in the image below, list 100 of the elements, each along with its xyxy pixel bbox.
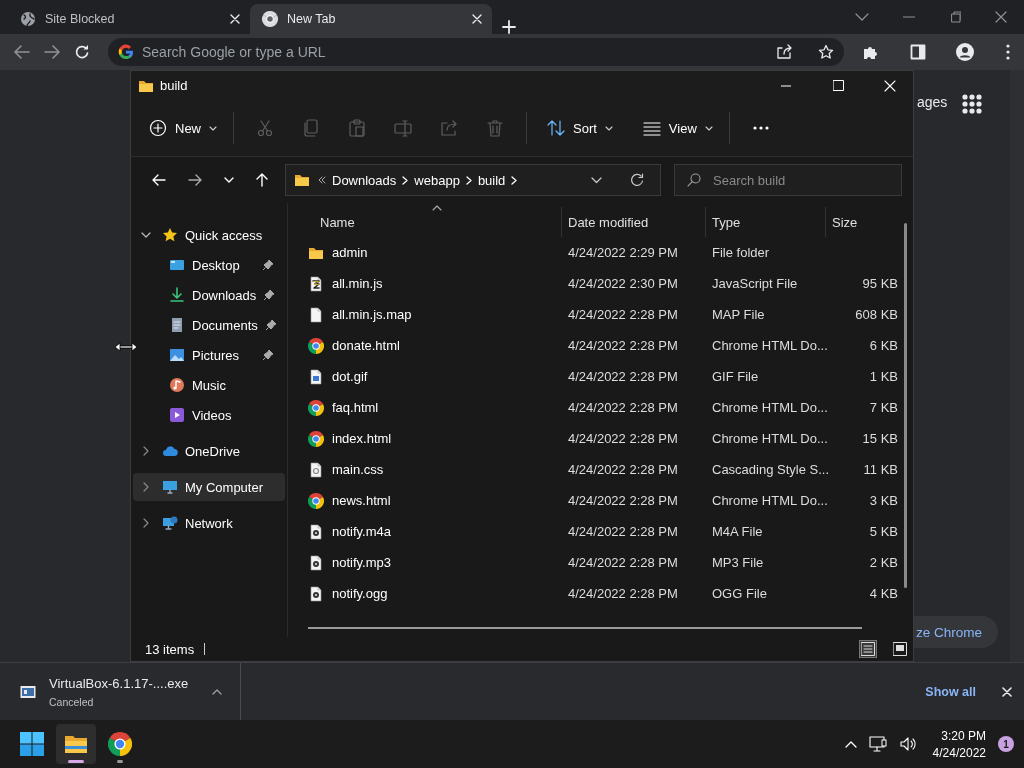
file-name-cell[interactable]: donate.html bbox=[288, 337, 562, 354]
address-bar[interactable]: Search Google or type a URL bbox=[108, 38, 844, 66]
breadcrumb-link[interactable]: build bbox=[477, 172, 506, 188]
side-panel-icon[interactable] bbox=[910, 44, 926, 60]
bookmark-star-icon[interactable] bbox=[818, 44, 834, 60]
table-cell-text: 15 KB bbox=[861, 431, 899, 446]
chevron-down-icon[interactable] bbox=[141, 232, 151, 238]
table-cell-text: Chrome HTML Do... bbox=[711, 493, 826, 508]
table-cell-text: 5 KB bbox=[868, 524, 899, 539]
table-cell-text: 4/24/2022 2:28 PM bbox=[567, 338, 679, 353]
nav-item[interactable]: Desktop bbox=[133, 251, 285, 279]
caret-up-icon[interactable] bbox=[212, 688, 222, 695]
search-field[interactable]: Search build bbox=[674, 164, 902, 196]
maximize-icon[interactable] bbox=[832, 80, 844, 91]
sort-button[interactable]: Sort bbox=[539, 111, 621, 145]
thumbnail-view-icon bbox=[893, 642, 907, 656]
details-view-button[interactable] bbox=[859, 640, 877, 658]
scrollbar[interactable] bbox=[904, 223, 907, 588]
chevron-down-icon[interactable] bbox=[591, 176, 602, 184]
chrome-logo-icon bbox=[308, 399, 324, 416]
list-view-icon bbox=[642, 119, 661, 137]
taskbar-button[interactable] bbox=[56, 724, 96, 764]
browser-tab[interactable]: Site Blocked bbox=[8, 4, 250, 34]
menu-icon[interactable] bbox=[1006, 44, 1010, 60]
volume-icon[interactable] bbox=[898, 736, 917, 752]
browser-tab[interactable]: New Tab bbox=[250, 4, 492, 34]
nav-item[interactable]: Documents bbox=[133, 311, 285, 339]
new-tab-icon[interactable] bbox=[502, 20, 516, 34]
music-icon bbox=[169, 377, 185, 393]
nav-item[interactable]: Music bbox=[133, 371, 285, 399]
table-cell-text: Cascading Style S... bbox=[711, 462, 826, 477]
table-cell-text: 4/24/2022 2:30 PM bbox=[567, 276, 679, 291]
nav-item[interactable]: My Computer bbox=[133, 473, 285, 501]
table-cell-text: 4/24/2022 2:28 PM bbox=[567, 307, 679, 322]
page-link[interactable]: ages bbox=[917, 94, 948, 110]
file-name-cell[interactable]: notify.mp3 bbox=[288, 554, 562, 571]
file-name-cell[interactable]: all.min.js.map bbox=[288, 306, 562, 323]
file-name-cell[interactable]: all.min.js bbox=[288, 275, 562, 292]
nav-item[interactable]: Downloads bbox=[133, 281, 285, 309]
column-header[interactable]: Date modified bbox=[562, 207, 706, 237]
download-icon bbox=[169, 287, 185, 303]
file-name-cell[interactable]: notify.ogg bbox=[288, 585, 562, 602]
nav-item[interactable]: Videos bbox=[133, 401, 285, 429]
customize-button[interactable]: ze Chrome bbox=[914, 616, 999, 648]
refresh-icon[interactable] bbox=[630, 173, 644, 187]
audio-file-icon bbox=[308, 554, 324, 571]
nav-item[interactable]: Network bbox=[133, 509, 285, 537]
scrollbar[interactable] bbox=[308, 627, 862, 629]
caret-icon bbox=[604, 125, 613, 131]
column-header[interactable]: Type bbox=[706, 207, 826, 237]
column-header[interactable]: Name bbox=[288, 207, 562, 237]
address-field[interactable]: Downloads webapp build bbox=[285, 164, 661, 196]
network-icon[interactable] bbox=[868, 736, 887, 752]
address-input[interactable]: Search Google or type a URL bbox=[142, 44, 768, 60]
column-header[interactable]: Size bbox=[826, 207, 900, 237]
document-icon bbox=[169, 317, 185, 333]
view-button[interactable]: View bbox=[634, 111, 721, 145]
search-input[interactable]: Search build bbox=[713, 172, 889, 188]
file-name-cell[interactable]: dot.gif bbox=[288, 368, 562, 385]
nav-item[interactable]: OneDrive bbox=[133, 437, 285, 465]
thumbnail-view-button[interactable] bbox=[891, 640, 909, 658]
table-cell-text: JavaScript File bbox=[711, 276, 799, 291]
table-cell-text: 11 KB bbox=[862, 462, 899, 477]
forward-icon[interactable] bbox=[188, 174, 202, 186]
reload-icon[interactable] bbox=[74, 44, 90, 60]
show-all-link[interactable]: Show all bbox=[921, 680, 980, 703]
table-cell-text: GIF File bbox=[711, 369, 760, 384]
plus-icon bbox=[149, 119, 167, 137]
chevron-up-icon[interactable] bbox=[844, 740, 857, 748]
resize-cursor-icon bbox=[114, 342, 138, 352]
up-arrow-icon[interactable] bbox=[256, 173, 268, 187]
table-cell-text: 7 KB bbox=[868, 400, 899, 415]
forward-icon[interactable] bbox=[44, 45, 60, 59]
file-name-cell[interactable]: news.html bbox=[288, 492, 562, 509]
file-name-cell[interactable]: admin bbox=[288, 244, 562, 261]
profile-icon[interactable] bbox=[956, 43, 974, 61]
table-cell-text: Chrome HTML Do... bbox=[711, 400, 826, 415]
file-name-cell[interactable]: main.css bbox=[288, 461, 562, 478]
clock[interactable]: 3:20 PM 4/24/2022 bbox=[932, 728, 986, 760]
file-name-cell[interactable]: index.html bbox=[288, 430, 562, 447]
file-name-cell[interactable]: notify.m4a bbox=[288, 523, 562, 540]
download-status: Canceled bbox=[49, 695, 95, 708]
table-cell-text: OGG File bbox=[711, 586, 768, 601]
nav-item[interactable]: Pictures bbox=[133, 341, 285, 369]
puzzle-icon[interactable] bbox=[862, 44, 878, 60]
chrome-logo-icon bbox=[262, 11, 278, 27]
picture-icon bbox=[169, 347, 185, 363]
breadcrumb-link[interactable]: webapp bbox=[414, 172, 460, 188]
nav-item[interactable]: Quick access bbox=[133, 221, 285, 249]
notification-badge[interactable]: 1 bbox=[998, 736, 1014, 752]
apps-grid-icon[interactable] bbox=[962, 94, 982, 114]
table-cell-text: M4A File bbox=[711, 524, 764, 539]
breadcrumb-link[interactable]: Downloads bbox=[332, 172, 397, 188]
file-name-cell[interactable]: faq.html bbox=[288, 399, 562, 416]
table-cell-text: Chrome HTML Do... bbox=[711, 338, 826, 353]
search-icon bbox=[687, 173, 701, 187]
new-button[interactable]: New bbox=[141, 111, 225, 145]
table-cell-text: Chrome HTML Do... bbox=[711, 431, 826, 446]
window-title: build bbox=[160, 78, 188, 93]
restore-icon[interactable] bbox=[949, 11, 961, 23]
